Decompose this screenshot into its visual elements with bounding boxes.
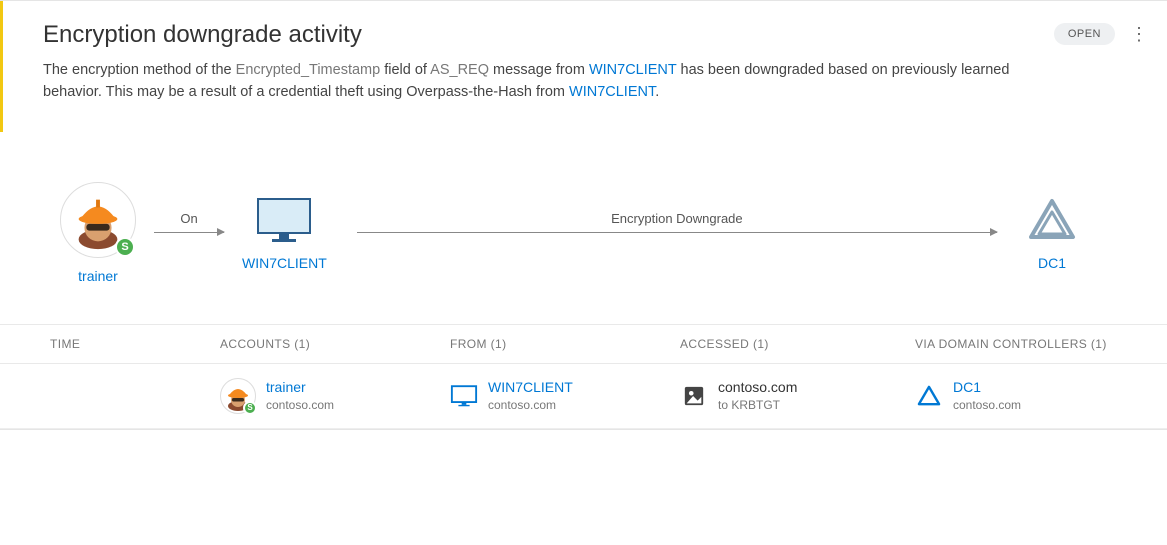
alert-title: Encryption downgrade activity: [43, 21, 1127, 49]
source-client-link[interactable]: WIN7CLIENT: [589, 62, 677, 78]
dc-small-icon: [915, 382, 943, 410]
col-header-from: FROM (1): [450, 337, 680, 351]
col-header-accessed: ACCESSED (1): [680, 337, 915, 351]
cell-from: WIN7CLIENT contoso.com: [450, 378, 680, 413]
source-node-label: WIN7CLIENT: [242, 255, 327, 271]
cell-account: S trainer contoso.com: [220, 378, 450, 414]
dc-name[interactable]: DC1: [953, 378, 1021, 397]
presence-badge-icon: S: [115, 237, 135, 257]
downgrade-arrow-label: Encryption Downgrade: [611, 211, 743, 226]
monitor-small-icon: [450, 382, 478, 410]
presence-badge-icon: S: [243, 401, 257, 415]
target-node[interactable]: DC1: [1027, 195, 1077, 271]
more-options-icon[interactable]: ⋮: [1129, 25, 1149, 43]
arrow-line-icon: [357, 232, 997, 233]
alert-description: The encryption method of the Encrypted_T…: [43, 59, 1063, 104]
table-row[interactable]: S trainer contoso.com WIN7CLIENT: [0, 364, 1167, 429]
desc-text: The encryption method of the: [43, 62, 236, 78]
col-header-dc: VIA DOMAIN CONTROLLERS (1): [915, 337, 1117, 351]
alert-header: OPEN ⋮ Encryption downgrade activity The…: [0, 1, 1167, 132]
on-arrow-label: On: [180, 211, 197, 226]
source-client-link[interactable]: WIN7CLIENT: [569, 84, 655, 100]
from-domain: contoso.com: [488, 397, 573, 413]
accessed-target: contoso.com: [718, 378, 797, 397]
accessed-sub: to KRBTGT: [718, 397, 797, 413]
dc-domain: contoso.com: [953, 397, 1021, 413]
alert-card: OPEN ⋮ Encryption downgrade activity The…: [0, 0, 1167, 430]
desc-text: field of: [380, 62, 430, 78]
on-arrow: On: [154, 211, 224, 233]
message-type: AS_REQ: [430, 62, 489, 78]
dc-triangle-icon: [1027, 195, 1077, 245]
user-node[interactable]: S trainer: [60, 182, 136, 284]
details-table: TIME ACCOUNTS (1) FROM (1) ACCESSED (1) …: [0, 324, 1167, 429]
downgrade-arrow: Encryption Downgrade: [357, 211, 997, 255]
user-node-label: trainer: [78, 268, 118, 284]
cell-accessed: contoso.com to KRBTGT: [680, 378, 915, 413]
user-avatar: S: [60, 182, 136, 258]
encrypted-field: Encrypted_Timestamp: [236, 62, 381, 78]
resource-icon: [680, 382, 708, 410]
monitor-icon: [254, 195, 314, 245]
desc-text: .: [655, 84, 659, 100]
arrow-line-icon: [154, 232, 224, 233]
table-header-row: TIME ACCOUNTS (1) FROM (1) ACCESSED (1) …: [0, 325, 1167, 364]
small-user-avatar: S: [220, 378, 256, 414]
col-header-time: TIME: [50, 337, 220, 351]
account-name[interactable]: trainer: [266, 378, 334, 397]
status-badge[interactable]: OPEN: [1054, 23, 1115, 45]
cell-dc: DC1 contoso.com: [915, 378, 1117, 413]
attack-diagram: S trainer On WIN7CLIENT Encryption Downg…: [0, 132, 1167, 324]
from-name[interactable]: WIN7CLIENT: [488, 378, 573, 397]
target-node-label: DC1: [1038, 255, 1066, 271]
col-header-accounts: ACCOUNTS (1): [220, 337, 450, 351]
account-domain: contoso.com: [266, 397, 334, 413]
source-node[interactable]: WIN7CLIENT: [242, 195, 327, 271]
desc-text: message from: [489, 62, 589, 78]
